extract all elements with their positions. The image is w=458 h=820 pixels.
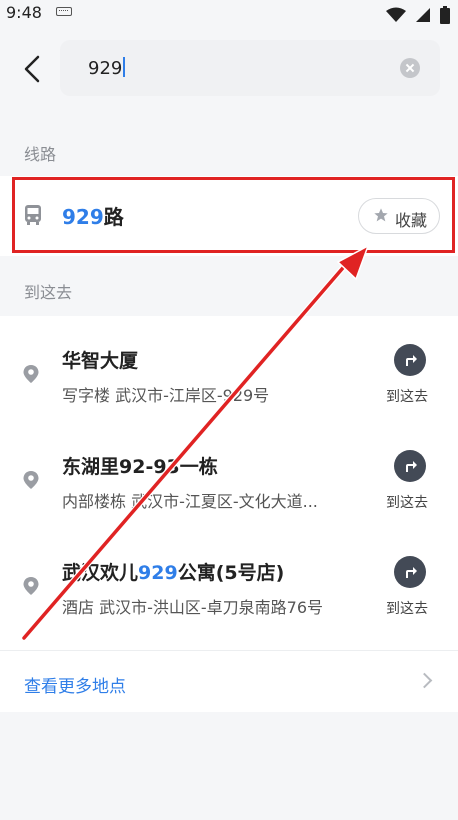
turn-right-arrow-icon [406, 567, 417, 578]
goto-button[interactable]: 到这去 [386, 344, 436, 414]
list-item[interactable]: 华智大厦 写字楼 武汉市-江岸区-929号 到这去 [0, 316, 458, 422]
turn-right-arrow-icon [406, 461, 417, 472]
keyboard-icon [56, 7, 72, 16]
search-input[interactable]: 929 [60, 40, 440, 96]
place-title-rest: 公寓(5号店) [177, 562, 285, 584]
place-subtitle: 写字楼 武汉市-江岸区-929号 [62, 386, 270, 405]
location-pin-icon [23, 471, 39, 489]
turn-right-arrow-icon [406, 355, 417, 366]
more-places-label: 查看更多地点 [24, 677, 126, 697]
list-item[interactable]: 东湖里92-93一栋 内部楼栋 武汉市-江夏区-文化大道... 到这去 [0, 422, 458, 528]
goto-label: 到这去 [386, 389, 428, 405]
goto-button[interactable]: 到这去 [386, 450, 436, 520]
place-title: 华智大厦 [62, 346, 138, 373]
goto-button[interactable]: 到这去 [386, 556, 436, 626]
place-list: 华智大厦 写字楼 武汉市-江岸区-929号 到这去 东湖里92-93一栋 内部楼… [0, 316, 458, 712]
battery-icon [440, 5, 450, 24]
section-label-goto: 到这去 [24, 283, 73, 302]
annotation-highlight-box [12, 177, 455, 253]
status-bar: 9:48 [0, 0, 458, 26]
chevron-right-icon [416, 672, 433, 689]
wifi-icon [385, 7, 406, 22]
back-arrow-icon [24, 55, 40, 83]
clear-icon[interactable] [400, 58, 420, 78]
place-title: 东湖里92-93一栋 [62, 452, 218, 479]
goto-circle [394, 556, 426, 588]
location-pin-icon [23, 577, 39, 595]
place-title-match: 929 [138, 562, 178, 584]
section-label-routes: 线路 [24, 145, 57, 164]
system-icons [382, 4, 450, 24]
list-item[interactable]: 武汉欢儿929公寓(5号店) 酒店 武汉市-洪山区-卓刀泉南路76号 到这去 [0, 528, 458, 634]
goto-circle [394, 344, 426, 376]
place-title-text: 华智大厦 [62, 350, 139, 372]
text-caret [123, 57, 126, 77]
more-places-link[interactable]: 查看更多地点 [0, 650, 458, 713]
place-title: 武汉欢儿929公寓(5号店) [62, 558, 284, 585]
goto-label: 到这去 [386, 601, 428, 617]
goto-label: 到这去 [386, 495, 428, 511]
search-header: 929 [0, 30, 458, 110]
signal-icon [415, 7, 430, 22]
place-title-text: 武汉欢儿 [62, 562, 139, 584]
goto-circle [394, 450, 426, 482]
status-time: 9:48 [6, 3, 42, 22]
search-query-wrap: 929 [88, 57, 126, 79]
search-query: 929 [88, 58, 123, 79]
place-subtitle: 酒店 武汉市-洪山区-卓刀泉南路76号 [62, 598, 323, 617]
location-pin-icon [23, 365, 39, 383]
place-subtitle: 内部楼栋 武汉市-江夏区-文化大道... [62, 492, 318, 511]
place-title-text: 东湖里92-93一栋 [62, 456, 218, 478]
back-button[interactable] [18, 52, 48, 86]
